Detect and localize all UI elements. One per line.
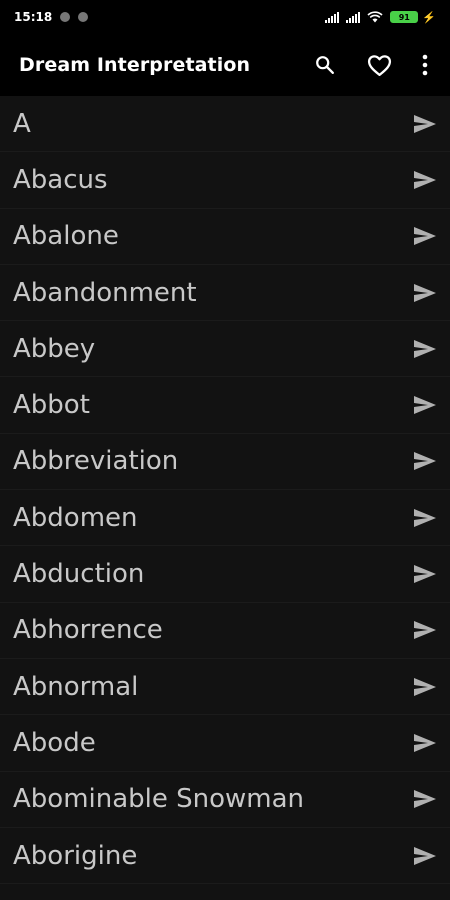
send-arrow-icon bbox=[412, 282, 438, 304]
list-item-label: Abominable Snowman bbox=[13, 784, 305, 815]
list-item[interactable]: Abbreviation bbox=[0, 434, 450, 491]
app-bar: Dream Interpretation bbox=[0, 34, 450, 96]
search-button[interactable] bbox=[298, 41, 352, 89]
send-arrow-icon bbox=[412, 394, 438, 416]
more-vert-icon bbox=[422, 54, 428, 76]
more-options-button[interactable] bbox=[406, 41, 444, 89]
app-title: Dream Interpretation bbox=[19, 54, 251, 76]
list-item-label: Abbot bbox=[13, 390, 90, 421]
send-arrow-icon bbox=[412, 845, 438, 867]
list-item-label: Abduction bbox=[13, 559, 145, 590]
list-item-label: Abacus bbox=[13, 164, 108, 195]
list-item[interactable]: Abdomen bbox=[0, 490, 450, 547]
list-item-label: Abbreviation bbox=[13, 446, 179, 477]
send-arrow-icon bbox=[412, 788, 438, 810]
list-item[interactable]: Aborigine bbox=[0, 828, 450, 885]
favorites-button[interactable] bbox=[352, 41, 406, 89]
list-item-label: Abalone bbox=[13, 221, 119, 252]
list-item-label: A bbox=[13, 108, 31, 139]
list-item-label: Abode bbox=[13, 727, 96, 758]
status-icons: 91 ⚡ bbox=[325, 11, 436, 24]
signal-icon bbox=[346, 11, 361, 23]
list-item[interactable]: Abominable Snowman bbox=[0, 772, 450, 828]
list-item-label: Abhorrence bbox=[13, 615, 163, 646]
battery-icon: 91 bbox=[390, 11, 419, 23]
dream-list[interactable]: A Abacus Abalone Abandonment Abbey Abbot Abbre… bbox=[0, 96, 450, 900]
list-item-label: Abbey bbox=[13, 333, 96, 364]
send-arrow-icon bbox=[412, 563, 438, 585]
search-icon bbox=[316, 56, 334, 74]
send-arrow-icon bbox=[412, 507, 438, 529]
list-item[interactable]: A bbox=[0, 96, 450, 153]
send-arrow-icon bbox=[412, 225, 438, 247]
list-item-label: Aborigine bbox=[13, 840, 138, 871]
send-arrow-icon bbox=[412, 338, 438, 360]
signal-icon bbox=[325, 11, 340, 23]
app-bar-actions bbox=[298, 41, 450, 89]
charging-icon: ⚡ bbox=[422, 11, 436, 24]
status-time: 15:18 bbox=[14, 10, 53, 24]
send-arrow-icon bbox=[412, 169, 438, 191]
list-item[interactable]: Abhorrence bbox=[0, 603, 450, 659]
list-item[interactable]: Abacus bbox=[0, 152, 450, 209]
send-arrow-icon bbox=[412, 619, 438, 641]
status-bar: 15:18 91 ⚡ bbox=[0, 0, 450, 34]
heart-icon bbox=[367, 54, 391, 76]
send-arrow-icon bbox=[412, 732, 438, 754]
list-item[interactable]: Abode bbox=[0, 715, 450, 772]
list-item[interactable]: Abbot bbox=[0, 377, 450, 434]
send-arrow-icon bbox=[412, 113, 438, 135]
list-item[interactable]: Abbey bbox=[0, 321, 450, 378]
list-item[interactable]: Abandonment bbox=[0, 265, 450, 322]
list-item-label: Abnormal bbox=[13, 671, 139, 702]
send-arrow-icon bbox=[412, 676, 438, 698]
list-item[interactable]: Abnormal bbox=[0, 659, 450, 716]
send-arrow-icon bbox=[412, 450, 438, 472]
list-item[interactable]: Abalone bbox=[0, 209, 450, 265]
list-item[interactable]: Abduction bbox=[0, 546, 450, 603]
notification-dot-icon bbox=[60, 12, 71, 22]
list-item-label: Abandonment bbox=[13, 277, 197, 308]
notification-dot-icon bbox=[78, 12, 89, 22]
list-item-label: Abdomen bbox=[13, 502, 138, 533]
wifi-icon bbox=[367, 11, 383, 23]
